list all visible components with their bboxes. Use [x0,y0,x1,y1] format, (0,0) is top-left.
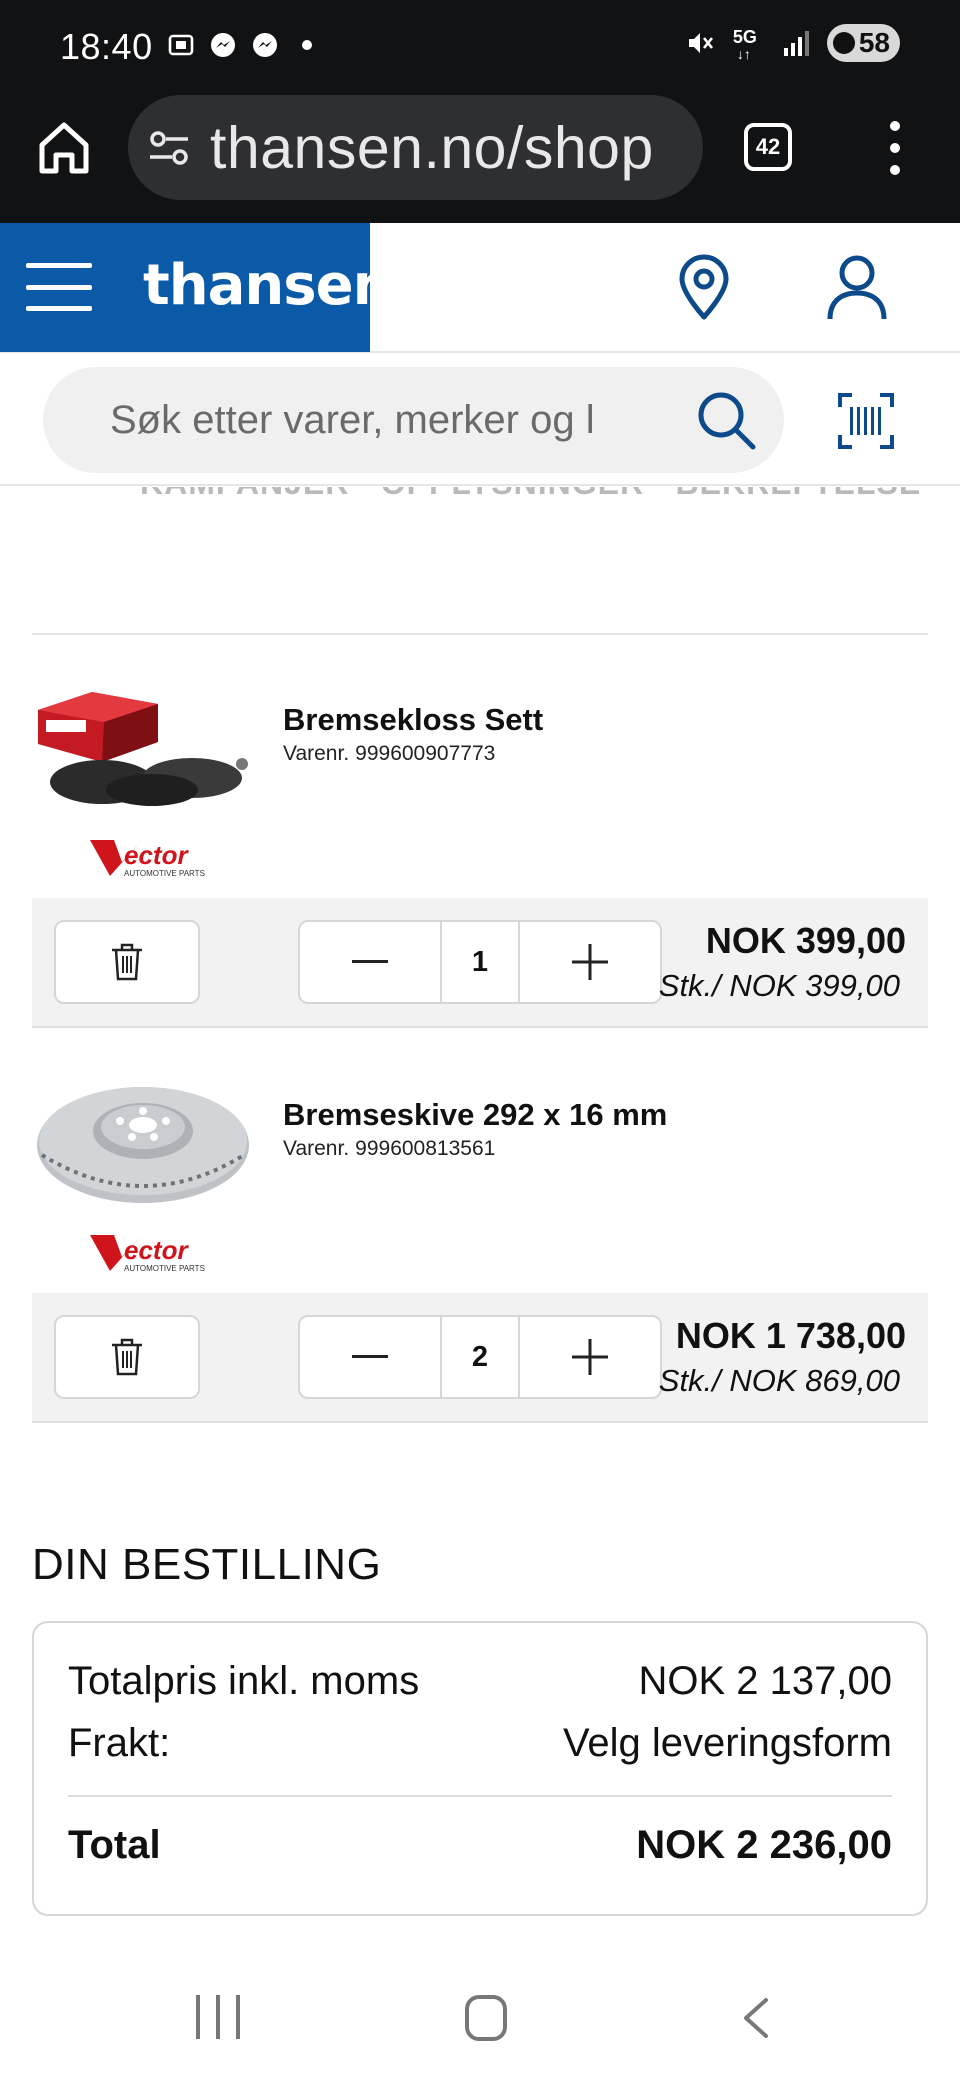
order-summary: Totalpris inkl. moms NOK 2 137,00 Frakt:… [32,1621,928,1916]
decrease-quantity-button[interactable] [300,1317,440,1397]
checkout-steps-text: KAMPANJER · OPPLYSNINGER · BEKREFTELSE [140,487,921,502]
vector-brand-logo: ector AUTOMOTIVE PARTS [88,832,208,882]
svg-text:AUTOMOTIVE PARTS: AUTOMOTIVE PARTS [124,869,205,878]
trash-icon [112,1338,142,1376]
minus-icon [352,960,388,963]
messenger-icon [211,33,235,57]
quantity-stepper: 1 [298,920,662,1004]
thansen-logo[interactable]: thansen [143,253,392,318]
signal-icon [783,31,809,56]
remove-item-button[interactable] [54,1315,200,1399]
checkout-steps: KAMPANJER · OPPLYSNINGER · BEKREFTELSE [0,487,960,507]
mute-icon [688,33,713,53]
search-input[interactable] [110,367,650,473]
divider [68,1795,892,1797]
account-icon[interactable] [826,253,888,323]
item-sku: Varenr. 999600813561 [283,1137,496,1160]
system-navigation-bar [0,1965,960,2080]
trash-icon [112,943,142,981]
increase-quantity-button[interactable] [520,1317,660,1397]
item-unit-price: Stk./ NOK 869,00 [658,1363,900,1398]
address-bar[interactable]: thansen.no/shop [128,95,703,200]
minus-icon [352,1355,388,1358]
messenger-icon [253,33,277,57]
store-locator-icon[interactable] [674,253,734,323]
search-icon[interactable] [695,389,757,451]
battery-indicator: 58 [826,24,900,62]
url-text[interactable]: thansen.no/shop [210,114,654,182]
subtotal-value: NOK 2 137,00 [638,1659,893,1703]
status-bar: 18:40 5G ↓↑ 58 [0,0,960,95]
quantity-stepper: 2 [298,1315,662,1399]
brand-block: thansen [0,223,392,352]
battery-level: 58 [858,27,890,58]
browser-menu-icon[interactable] [880,121,910,175]
recent-apps-icon[interactable] [196,1995,240,2039]
svg-text:ector: ector [124,840,189,870]
browser-toolbar: thansen.no/shop 42 [0,95,960,223]
screenshot-icon [168,34,194,56]
site-header: thansen [0,223,960,353]
search-row [0,353,960,486]
power-saving-icon [832,32,855,54]
remove-item-button[interactable] [54,920,200,1004]
search-box[interactable] [43,367,784,473]
increase-quantity-button[interactable] [520,922,660,1002]
barcode-scanner-icon[interactable] [836,391,896,451]
order-summary-title: DIN BESTILLING [32,1540,382,1589]
total-row: Total NOK 2 236,00 [68,1823,892,1868]
shipping-row: Frakt: Velg leveringsform [68,1721,892,1766]
shipping-value: Velg leveringsform [562,1721,892,1765]
item-actions: 1 NOK 399,00 Stk./ NOK 399,00 [32,898,928,1028]
item-total-price: NOK 399,00 [705,920,906,961]
menu-icon[interactable] [26,263,92,311]
site-settings-icon[interactable] [146,125,192,171]
total-label: Total [68,1823,161,1867]
notification-icons [166,30,312,60]
subtotal-label: Totalpris inkl. moms [68,1659,420,1703]
plus-icon [572,944,608,980]
system-icons: 5G ↓↑ 58 [685,24,900,62]
home-button-icon[interactable] [465,1995,507,2041]
decrease-quantity-button[interactable] [300,922,440,1002]
vector-brand-logo: ector AUTOMOTIVE PARTS [88,1227,208,1277]
divider [32,633,928,635]
quantity-value[interactable]: 2 [440,1317,520,1397]
total-value: NOK 2 236,00 [636,1823,892,1867]
item-unit-price: Stk./ NOK 399,00 [658,968,900,1003]
brake-pad-product-image[interactable] [32,682,254,812]
item-actions: 2 NOK 1 738,00 Stk./ NOK 869,00 [32,1293,928,1423]
svg-text:AUTOMOTIVE PARTS: AUTOMOTIVE PARTS [124,1264,205,1273]
network-5g-icon: 5G ↓↑ [732,27,757,62]
svg-text:ector: ector [124,1235,189,1265]
status-time: 18:40 [60,26,153,67]
plus-icon [572,1339,608,1375]
item-sku: Varenr. 999600907773 [283,742,496,765]
subtotal-row: Totalpris inkl. moms NOK 2 137,00 [68,1659,892,1704]
more-notifications-dot [302,40,312,50]
tab-switcher-button[interactable]: 42 [744,123,792,171]
item-name[interactable]: Bremseskive 292 x 16 mm [283,1097,667,1133]
home-icon[interactable] [36,117,92,177]
item-total-price: NOK 1 738,00 [675,1315,906,1356]
item-name[interactable]: Bremsekloss Sett [283,702,543,738]
back-icon[interactable] [740,1997,770,2039]
quantity-value[interactable]: 1 [440,922,520,1002]
brake-disc-product-image[interactable] [32,1077,254,1207]
shipping-label: Frakt: [68,1721,171,1765]
